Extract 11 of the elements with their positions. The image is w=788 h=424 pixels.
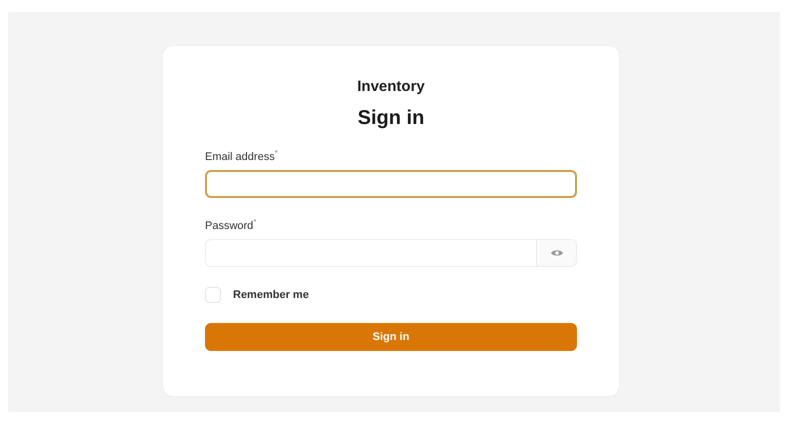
email-field[interactable]	[205, 170, 577, 198]
remember-label: Remember me	[233, 289, 309, 302]
app-name: Inventory	[356, 78, 426, 95]
eye-icon	[550, 248, 564, 258]
password-field[interactable]	[205, 239, 577, 268]
show-password-button[interactable]	[536, 240, 576, 266]
sign-in-button[interactable]: Sign in	[205, 323, 577, 352]
remember-checkbox[interactable]	[205, 287, 221, 304]
page-heading: Sign in	[356, 107, 426, 130]
field-label: Password$^{*}$	[205, 218, 258, 232]
field-label: Email address$^{*}$	[205, 148, 279, 163]
